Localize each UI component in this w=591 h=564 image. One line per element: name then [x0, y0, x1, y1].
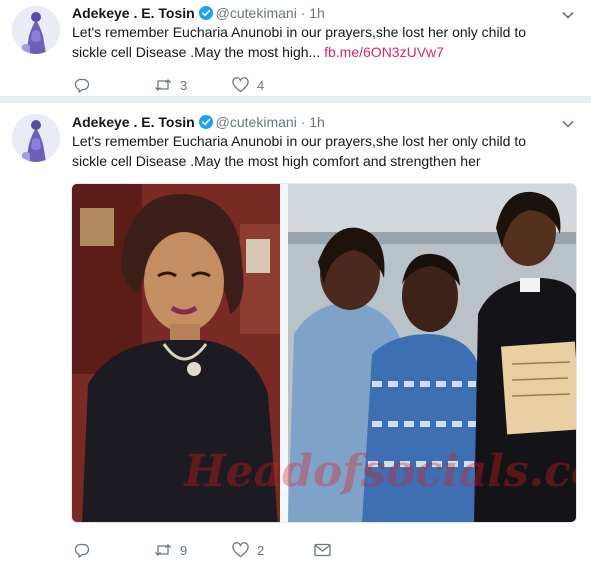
tweet-2[interactable]: Adekeye . E. Tosin @cutekimani · 1h Let's…: [0, 103, 591, 564]
like-icon: [232, 77, 249, 93]
like-count: 4: [257, 77, 265, 93]
separator-dot: ·: [300, 114, 306, 130]
tweet-header: Adekeye . E. Tosin @cutekimani · 1h: [72, 5, 325, 23]
verified-icon: [198, 115, 213, 132]
message-icon: [314, 543, 331, 557]
like-button[interactable]: 4: [232, 75, 264, 95]
like-button[interactable]: 2: [232, 540, 264, 560]
like-count: 2: [257, 542, 265, 558]
reply-button[interactable]: [74, 540, 90, 560]
retweet-button[interactable]: 9: [154, 540, 187, 560]
reply-button[interactable]: [74, 75, 90, 95]
reply-icon: [74, 543, 90, 558]
author-name[interactable]: Adekeye . E. Tosin: [72, 5, 195, 21]
watermark-text: Headofsocials.co: [184, 446, 577, 497]
message-button[interactable]: [314, 540, 331, 560]
timestamp[interactable]: 1h: [309, 5, 325, 21]
like-icon: [232, 542, 249, 558]
retweet-icon: [155, 544, 171, 556]
author-name[interactable]: Adekeye . E. Tosin: [72, 114, 195, 130]
chevron-down-icon[interactable]: [561, 8, 575, 22]
tweet-media-photo[interactable]: Headofsocials.co: [71, 183, 577, 523]
verified-icon: [198, 6, 213, 23]
avatar[interactable]: [12, 114, 60, 162]
tweet-body: Let's remember Eucharia Anunobi in our p…: [72, 24, 527, 60]
timestamp[interactable]: 1h: [309, 114, 325, 130]
tweet-text: Let's remember Eucharia Anunobi in our p…: [72, 133, 527, 169]
tweet-1[interactable]: Adekeye . E. Tosin @cutekimani · 1h Let's…: [0, 0, 591, 97]
author-handle[interactable]: @cutekimani: [216, 5, 297, 21]
retweet-button[interactable]: 3: [154, 75, 187, 95]
tweet-header: Adekeye . E. Tosin @cutekimani · 1h: [72, 114, 325, 132]
tweet-link[interactable]: fb.me/6ON3zUVw7: [324, 44, 444, 60]
retweet-count: 3: [180, 77, 188, 93]
retweet-count: 9: [180, 542, 188, 558]
author-handle[interactable]: @cutekimani: [216, 114, 297, 130]
tweet-text: Let's remember Eucharia Anunobi in our p…: [72, 22, 542, 62]
separator-dot: ·: [300, 5, 306, 21]
chevron-down-icon[interactable]: [561, 117, 575, 131]
retweet-icon: [155, 79, 171, 91]
reply-icon: [74, 78, 90, 93]
avatar[interactable]: [12, 6, 60, 54]
